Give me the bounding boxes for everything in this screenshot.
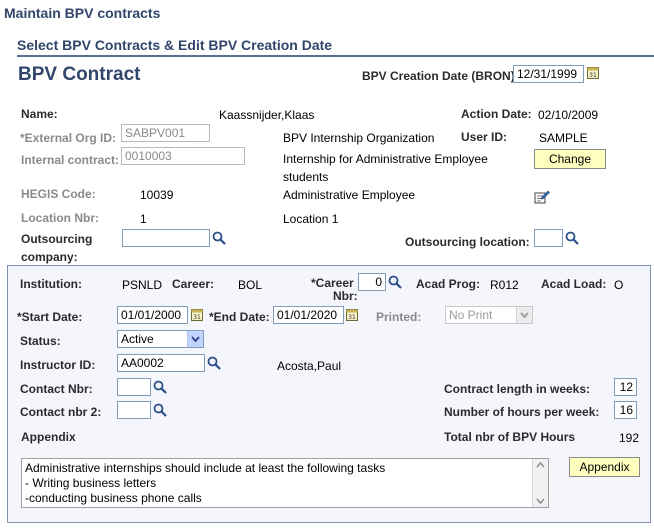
- outsourcing-location-input[interactable]: [534, 229, 563, 247]
- career-nbr-label-2: Nbr:: [333, 289, 358, 303]
- acad-load-value: O: [614, 278, 624, 292]
- end-date-input[interactable]: 01/01/2020: [273, 306, 344, 324]
- search-icon[interactable]: [212, 231, 226, 245]
- acad-prog-value: R012: [490, 278, 519, 292]
- external-org-label: *External Org ID:: [20, 131, 117, 145]
- status-label: Status:: [20, 334, 61, 348]
- svg-text:31: 31: [589, 72, 597, 79]
- chevron-down-icon[interactable]: [187, 331, 203, 347]
- outsourcing-company-input[interactable]: [122, 229, 210, 247]
- creation-date-label: BPV Creation Date (BRON): [362, 69, 515, 83]
- hegis-code-description: Administrative Employee: [283, 188, 416, 202]
- contract-length-input[interactable]: 12: [614, 378, 637, 396]
- chevron-down-icon: [516, 307, 532, 323]
- user-id-value: SAMPLE: [539, 131, 588, 145]
- hours-per-week-input[interactable]: 16: [614, 401, 637, 419]
- career-nbr-input[interactable]: 0: [358, 273, 386, 291]
- search-icon[interactable]: [388, 275, 402, 289]
- appendix-line: -conducting business phone calls: [25, 491, 202, 505]
- svg-text:31: 31: [193, 314, 201, 321]
- total-hours-label: Total nbr of BPV Hours: [444, 430, 576, 444]
- status-select[interactable]: Active: [117, 330, 204, 348]
- appendix-label: Appendix: [21, 430, 76, 444]
- calendar-icon[interactable]: 31: [346, 308, 358, 321]
- internal-contract-description: Internship for Administrative Employee: [283, 152, 488, 166]
- hours-per-week-label: Number of hours per week:: [444, 405, 600, 419]
- location-nbr-label: Location Nbr:: [21, 211, 99, 225]
- printed-select-value: No Print: [449, 308, 493, 322]
- change-button[interactable]: Change: [534, 149, 606, 169]
- total-hours-value: 192: [619, 431, 640, 445]
- contract-length-label: Contract length in weeks:: [444, 382, 591, 396]
- internal-contract-input: 0010003: [121, 147, 245, 165]
- instructor-id-label: Instructor ID:: [20, 358, 96, 372]
- outsourcing-company-label: Outsourcing: [21, 232, 93, 246]
- start-date-label: *Start Date:: [17, 310, 83, 324]
- instructor-name: Acosta,Paul: [277, 359, 342, 373]
- name-value: Kaassnijder,Klaas: [219, 108, 315, 122]
- appendix-button[interactable]: Appendix: [569, 457, 640, 477]
- internal-contract-label: Internal contract:: [21, 153, 120, 167]
- svg-text:31: 31: [348, 314, 356, 321]
- calendar-icon[interactable]: 31: [191, 308, 203, 321]
- career-label: Career:: [172, 277, 215, 291]
- printed-label: Printed:: [376, 310, 422, 324]
- calendar-icon[interactable]: 31: [587, 66, 599, 79]
- outsourcing-company-label-2: company:: [21, 250, 78, 264]
- contact-nbr-2-label: Contact nbr 2:: [20, 405, 102, 419]
- contract-title: BPV Contract: [18, 64, 141, 85]
- hegis-code-value: 10039: [140, 188, 174, 202]
- outsourcing-location-label: Outsourcing location:: [405, 235, 530, 249]
- career-value: BOL: [238, 278, 263, 292]
- end-date-label: *End Date:: [209, 310, 270, 324]
- appendix-line: - Writing business letters: [25, 476, 157, 490]
- appendix-line: Administrative internships should includ…: [25, 461, 386, 475]
- search-icon[interactable]: [565, 231, 579, 245]
- contact-nbr-input[interactable]: [117, 378, 151, 396]
- career-nbr-label: *Career: [311, 276, 354, 290]
- start-date-input[interactable]: 01/01/2000: [117, 306, 188, 324]
- page-title: Maintain BPV contracts: [4, 5, 161, 21]
- contact-nbr-label: Contact Nbr:: [20, 382, 93, 396]
- external-org-description: BPV Internship Organization: [283, 131, 435, 145]
- creation-date-input[interactable]: 12/31/1999: [513, 65, 584, 83]
- section-divider: [17, 55, 654, 57]
- institution-value: PSNLD: [122, 278, 163, 292]
- contact-nbr-2-input[interactable]: [117, 401, 151, 419]
- search-icon[interactable]: [153, 380, 167, 394]
- section-title: Select BPV Contracts & Edit BPV Creation…: [17, 37, 333, 53]
- appendix-textarea[interactable]: Administrative internships should includ…: [21, 458, 549, 508]
- location-nbr-value: 1: [140, 212, 147, 226]
- action-date-label: Action Date:: [461, 107, 532, 121]
- instructor-id-input[interactable]: AA0002: [117, 354, 205, 372]
- location-description: Location 1: [283, 212, 339, 226]
- textarea-scrollbar[interactable]: [532, 459, 548, 507]
- printed-select: No Print: [445, 306, 533, 324]
- action-date-value: 02/10/2009: [538, 108, 599, 122]
- hegis-code-label: HEGIS Code:: [21, 187, 96, 201]
- user-id-label: User ID:: [461, 130, 508, 144]
- acad-load-label: Acad Load:: [541, 277, 607, 291]
- name-label: Name:: [21, 107, 58, 121]
- search-icon[interactable]: [153, 403, 167, 417]
- external-org-input: SABPV001: [121, 124, 210, 142]
- institution-label: Institution:: [20, 277, 82, 291]
- search-icon[interactable]: [207, 356, 221, 370]
- acad-prog-label: Acad Prog:: [416, 277, 481, 291]
- internal-contract-description-2: students: [283, 170, 329, 184]
- status-select-value: Active: [121, 332, 154, 346]
- edit-document-icon[interactable]: [534, 189, 550, 205]
